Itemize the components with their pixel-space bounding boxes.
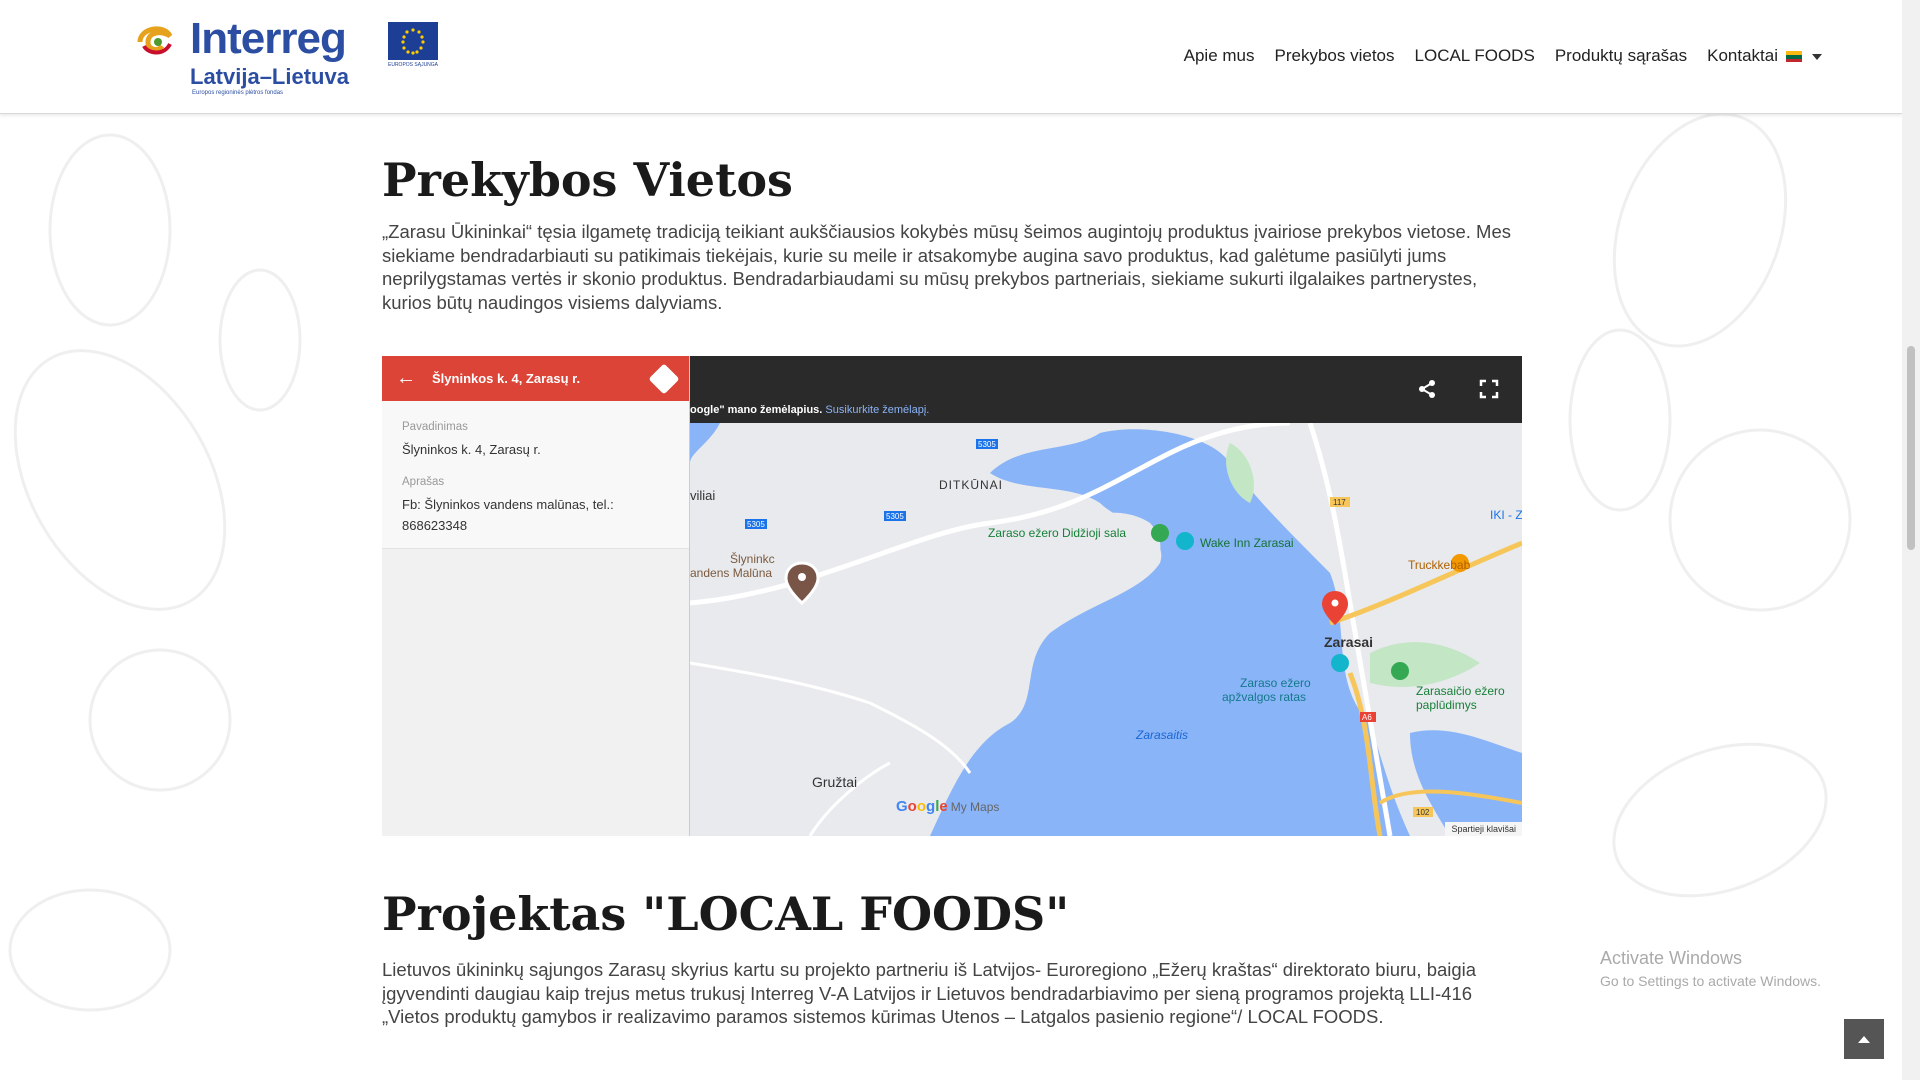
nav-apie-mus[interactable]: Apie mus (1184, 46, 1255, 66)
nav-local-foods[interactable]: LOCAL FOODS (1415, 46, 1535, 66)
value-aprasas: Fb: Šlyninkos vandens malūnas, tel.: 868… (402, 497, 614, 533)
back-arrow-icon[interactable]: ← (396, 367, 416, 390)
map-label-slyninkos: Šlyninkc (730, 552, 775, 566)
nav-kontaktai[interactable]: Kontaktai (1707, 46, 1822, 66)
map-panel-title: Šlyninkos k. 4, Zarasų r. (432, 371, 581, 386)
map-note-prefix: oogle" mano žemėlapius. (690, 404, 823, 416)
map-label-slyninkos-2: andens Malūna (690, 566, 773, 580)
activate-windows-title: Activate Windows (1600, 948, 1743, 968)
main-nav: Apie mus Prekybos vietos LOCAL FOODS Pro… (1184, 46, 1822, 66)
section-text-prekybos: „Zarasu Ūkininkai“ tęsia ilgametę tradic… (382, 221, 1512, 313)
map-label-pludimys-2: paplūdimys (1416, 698, 1477, 712)
section-title-projektas: Projektas "LOCAL FOODS" (382, 887, 1070, 941)
chevron-up-icon (1858, 1036, 1870, 1043)
page-scrollbar[interactable] (1902, 0, 1920, 1080)
scrollbar-thumb[interactable] (1907, 346, 1915, 550)
map-label-pludimys: Zarasaičio ežero (1416, 684, 1505, 698)
map-label-didzioji-sala: Zaraso ežero Didžioji sala (988, 526, 1127, 540)
road-102: 102 (1416, 808, 1430, 817)
directions-icon[interactable] (648, 362, 680, 395)
map-label-zarasai: Zarasai (1324, 634, 1374, 650)
map-create-link[interactable]: Susikurkite žemėlapį. (825, 404, 929, 416)
map-panel-header: ← Šlyninkos k. 4, Zarasų r. (382, 356, 689, 401)
windows-activation-watermark: Activate Windows Go to Settings to activ… (1600, 948, 1821, 989)
road-5305-a: 5305 (978, 440, 996, 449)
google-my-map[interactable]: ← Šlyninkos k. 4, Zarasų r. Pavadinimas … (382, 356, 1522, 836)
section-text-projektas: Lietuvos ūkininkų sąjungos Zarasų skyriu… (382, 959, 1477, 1027)
interreg-swirl-icon (137, 26, 173, 55)
main-content: Prekybos Vietos „Zarasu Ūkininkai“ tęsia… (382, 114, 1522, 1029)
lithuania-flag-icon (1786, 51, 1802, 63)
nav-kontaktai-label: Kontaktai (1707, 46, 1778, 65)
map-label-gruztai: Gružtai (812, 774, 858, 790)
interreg-logo[interactable]: Interreg Latvija–Lietuva Europos regioni… (134, 14, 454, 100)
map-toolbar: oogle" mano žemėlapius. Susikurkite žemė… (690, 356, 1522, 423)
road-5305-c: 5305 (747, 520, 765, 529)
activate-windows-subtitle: Go to Settings to activate Windows. (1600, 973, 1821, 989)
map-label-ratas-2: apžvalgos ratas (1222, 690, 1307, 704)
map-shortcuts-link[interactable]: Spartieji klavišai (1445, 822, 1522, 836)
fullscreen-icon[interactable] (1478, 378, 1500, 400)
share-icon[interactable] (1416, 378, 1438, 400)
map-label-zarasaitis: Zarasaitis (1136, 728, 1189, 742)
map-label-truckkebab: Truckkebab (1408, 558, 1471, 572)
logo-subtitle: Latvija–Lietuva (190, 64, 349, 89)
eu-caption: EUROPOS SĄJUNGA (388, 62, 439, 68)
scroll-to-top-button[interactable] (1844, 1019, 1884, 1059)
road-117: 117 (1333, 498, 1346, 507)
map-label-ratas: Zaraso ežero (1240, 676, 1311, 690)
map-label-ditkunai: DITKŪNAI (939, 478, 1004, 492)
my-maps-label: My Maps (950, 800, 1000, 814)
label-aprasas: Aprašas (402, 476, 445, 488)
site-header: Interreg Latvija–Lietuva Europos regioni… (0, 0, 1902, 114)
nav-prekybos-vietos[interactable]: Prekybos vietos (1275, 46, 1395, 66)
label-pavadinimas: Pavadinimas (402, 421, 468, 433)
map-label-iki: IKI - Z (1490, 508, 1522, 522)
eu-flag-icon (388, 22, 438, 60)
map-label-viliai: viliai (690, 488, 716, 503)
section-title-prekybos: Prekybos Vietos (382, 153, 793, 207)
road-a6: A6 (1362, 713, 1372, 722)
map-panel-details: Pavadinimas Šlyninkos k. 4, Zarasų r. Ap… (382, 401, 689, 549)
google-my-maps-logo: Google My Maps (896, 798, 1000, 815)
map-info-panel: ← Šlyninkos k. 4, Zarasų r. Pavadinimas … (382, 356, 690, 836)
logo-text: Interreg (190, 14, 347, 63)
map-label-wake-inn: Wake Inn Zarasai (1200, 536, 1294, 550)
map-note: oogle" mano žemėlapius. Susikurkite žemė… (690, 404, 929, 416)
logo-fund-caption: Europos regioninės plėtros fondas (192, 90, 284, 96)
nav-produktu-sarasas[interactable]: Produktų sąrašas (1555, 46, 1687, 66)
value-pavadinimas: Šlyninkos k. 4, Zarasų r. (402, 442, 541, 457)
road-5305-b: 5305 (886, 512, 904, 521)
language-dropdown-caret-icon[interactable] (1812, 53, 1822, 60)
